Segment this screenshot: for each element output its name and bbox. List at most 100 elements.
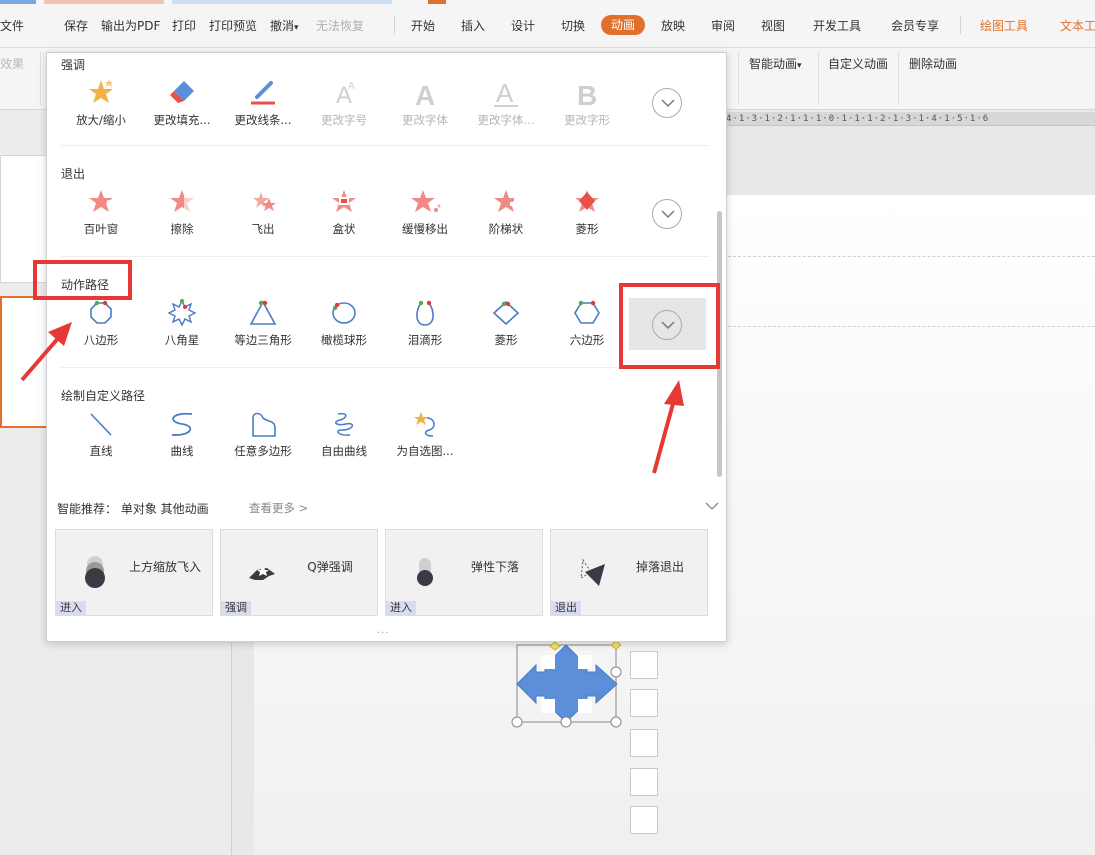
effect-label: 泪滴形 [385,332,465,348]
change-fill-icon [164,77,200,109]
effect-change-line[interactable]: 更改线条... [223,77,303,128]
effect-label: 更改字体 [385,112,465,128]
effect-change-fill[interactable]: 更改填充... [142,77,222,128]
horizontal-ruler: 4·1·3·1·2·1·1·1·0·1·1·1·2·1·3·1·4·1·5·1·… [726,112,1095,126]
tab-design[interactable]: 设计 [511,17,535,34]
triangle-path-icon [245,297,281,329]
menu-save[interactable]: 保存 [64,17,88,34]
effect-label: 六边形 [547,332,627,348]
shape-tool-button[interactable] [630,651,658,679]
crawl-out-star-icon [407,186,443,218]
expand-exit-button[interactable] [652,199,682,229]
path-freeform[interactable]: 任意多边形 [223,408,303,459]
effect-grow-shrink[interactable]: 放大/缩小 [61,77,141,128]
chevron-down-icon: ▾ [797,61,802,71]
effect-change-font-color: A 更改字体... [466,77,546,128]
effect-stairs[interactable]: 阶梯状 [466,186,546,237]
chevron-down-icon: ▾ [294,23,299,33]
custom-animation-button[interactable]: 自定义动画 [828,55,888,72]
octagon-path-icon [83,297,119,329]
effect-label: 橄榄球形 [304,332,384,348]
delete-animation-button[interactable]: 删除动画 [909,55,957,72]
path-triangle[interactable]: 等边三角形 [223,297,303,348]
path-scribble[interactable]: 自由曲线 [304,408,384,459]
section-title-emphasis: 强调 [61,56,85,73]
tab-developer[interactable]: 开发工具 [813,17,861,34]
effect-wipe[interactable]: 擦除 [142,186,222,237]
recommend-tag: 强调 [221,601,251,615]
recommend-card-zoom-fly-in[interactable]: 上方缩放飞入 进入 [55,529,213,616]
path-teardrop[interactable]: 泪滴形 [385,297,465,348]
effect-label: 缓慢移出 [385,221,465,237]
path-diamond[interactable]: 菱形 [466,297,546,348]
see-more-link[interactable]: 查看更多 > [249,500,308,516]
menu-undo[interactable]: 撤消▾ [270,17,299,34]
tab-accent-3 [428,0,446,4]
recommend-card-elastic-drop[interactable]: 弹性下落 进入 [385,529,543,616]
annotation-box-motion-path-title [33,260,132,300]
tab-text-tools[interactable]: 文本工 [1060,17,1095,34]
ribbon-effects: 效果 [0,55,24,72]
tab-drawing-tools[interactable]: 绘图工具 [980,17,1028,34]
football-path-icon [326,297,362,329]
effect-label: 直线 [61,443,141,459]
path-curve[interactable]: 曲线 [142,408,222,459]
path-hexagon[interactable]: 六边形 [547,297,627,348]
effect-crawl-out[interactable]: 缓慢移出 [385,186,465,237]
change-font-color-icon: A [488,77,524,109]
drop-exit-icon [573,552,613,592]
svg-text:A: A [415,80,435,109]
menu-print[interactable]: 打印 [172,17,196,34]
tab-view[interactable]: 视图 [761,17,785,34]
shape-tool-button[interactable] [630,689,658,717]
smart-animation-button[interactable]: 智能动画▾ [749,55,802,72]
menu-export-pdf[interactable]: 输出为PDF [101,17,160,34]
effect-box[interactable]: 盒状 [304,186,384,237]
chevron-down-icon[interactable] [705,502,719,511]
path-autoshape[interactable]: 为自选图... [385,408,465,459]
shape-tool-button[interactable] [630,768,658,796]
menu-file[interactable]: 文件 [0,17,24,34]
effect-diamond[interactable]: 菱形 [547,186,627,237]
recommend-card-drop-exit[interactable]: 掉落退出 退出 [550,529,708,616]
expand-emphasis-button[interactable] [652,88,682,118]
change-font-size-icon: A A [326,77,362,109]
shape-tool-button[interactable] [630,806,658,834]
recommend-name: 掉落退出 [615,560,705,574]
effect-fly-out[interactable]: 飞出 [223,186,303,237]
tab-start[interactable]: 开始 [411,17,435,34]
tab-slideshow[interactable]: 放映 [661,17,685,34]
recommend-name: 弹性下落 [450,560,540,574]
tab-accent-2 [172,0,392,4]
autoshape-path-icon [407,408,443,440]
effect-label: 等边三角形 [223,332,303,348]
section-divider [61,145,709,146]
tab-insert[interactable]: 插入 [461,17,485,34]
box-star-icon [326,186,362,218]
svg-text:B: B [577,80,597,109]
recommend-card-bounce-emphasis[interactable]: Q弹强调 强调 [220,529,378,616]
menu-print-preview[interactable]: 打印预览 [209,17,257,34]
effect-label: 更改填充... [142,112,222,128]
recommend-tag: 进入 [386,601,416,615]
panel-resize-grip[interactable]: ··· [377,628,390,639]
freeform-path-icon [245,408,281,440]
tab-animation[interactable]: 动画 [601,15,645,35]
path-line[interactable]: 直线 [61,408,141,459]
change-font-icon: A [407,77,443,109]
section-title-custom-path: 绘制自定义路径 [61,387,145,404]
tab-member[interactable]: 会员专享 [891,17,939,34]
tab-review[interactable]: 审阅 [711,17,735,34]
path-football[interactable]: 橄榄球形 [304,297,384,348]
annotation-box-expand-button [619,283,720,369]
shape-tool-button[interactable] [630,729,658,757]
effect-blinds[interactable]: 百叶窗 [61,186,141,237]
recommend-tag: 退出 [551,601,581,615]
change-line-icon [245,77,281,109]
path-eight-point-star[interactable]: 八角星 [142,297,222,348]
ribbon-separator-4 [898,52,899,106]
diamond-star-icon [569,186,605,218]
smart-animation-label: 智能动画 [749,57,797,71]
tab-transition[interactable]: 切换 [561,17,585,34]
path-octagon[interactable]: 八边形 [61,297,141,348]
